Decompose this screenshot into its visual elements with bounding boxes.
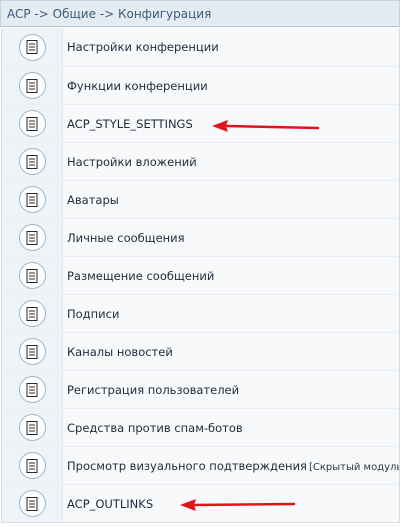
icon-cell — [2, 105, 63, 142]
menu-row[interactable]: Личные сообщения — [2, 218, 399, 256]
menu-row[interactable]: Аватары — [2, 180, 399, 218]
menu-row[interactable]: Функции конференции — [2, 66, 399, 104]
red-arrow-icon — [180, 499, 296, 511]
menu-link[interactable]: ACP_OUTLINKS — [67, 497, 153, 511]
document-icon — [18, 110, 46, 137]
icon-cell — [2, 28, 63, 66]
menu-link[interactable]: Размещение сообщений — [67, 269, 214, 283]
icon-cell — [2, 295, 63, 332]
breadcrumb: ACP -> Общие -> Конфигурация — [0, 0, 400, 27]
menu-link[interactable]: Подписи — [67, 307, 119, 321]
menu-link[interactable]: Аватары — [67, 193, 119, 207]
document-icon — [18, 186, 46, 213]
menu-row[interactable]: Просмотр визуального подтверждения [Скрыт… — [2, 446, 399, 484]
menu-row[interactable]: Размещение сообщений — [2, 256, 399, 294]
breadcrumb-text: ACP -> Общие -> Конфигурация — [7, 7, 212, 21]
document-icon — [18, 414, 46, 441]
menu-row[interactable]: Подписи — [2, 294, 399, 332]
icon-cell — [2, 181, 63, 218]
icon-cell — [2, 257, 63, 294]
menu-link[interactable]: Регистрация пользователей — [67, 383, 239, 397]
document-icon — [18, 490, 46, 517]
icon-cell — [2, 409, 63, 446]
menu-row[interactable]: ACP_STYLE_SETTINGS — [2, 104, 399, 142]
icon-cell — [2, 67, 63, 104]
menu-link[interactable]: ACP_STYLE_SETTINGS — [67, 117, 193, 131]
document-icon — [18, 33, 46, 61]
document-icon — [18, 338, 46, 365]
icon-cell — [2, 219, 63, 256]
icon-cell — [2, 143, 63, 180]
menu-link[interactable]: Настройки конференции — [67, 40, 219, 54]
icon-cell — [2, 371, 63, 408]
menu-row[interactable]: Настройки конференции — [2, 28, 399, 66]
menu-row[interactable]: Средства против спам-ботов — [2, 408, 399, 446]
menu-link[interactable]: Функции конференции — [67, 79, 208, 93]
menu-link[interactable]: Просмотр визуального подтверждения — [67, 459, 307, 473]
document-icon — [18, 72, 46, 99]
icon-cell — [2, 447, 63, 484]
menu-link[interactable]: Личные сообщения — [67, 231, 185, 245]
icon-cell — [2, 333, 63, 370]
document-icon — [18, 148, 46, 175]
red-arrow-icon — [212, 120, 320, 132]
document-icon — [18, 452, 46, 479]
document-icon — [18, 376, 46, 403]
menu-row[interactable]: Каналы новостей — [2, 332, 399, 370]
icon-cell — [2, 485, 63, 522]
menu-link[interactable]: Настройки вложений — [67, 155, 197, 169]
menu-row[interactable]: Регистрация пользователей — [2, 370, 399, 408]
config-menu: Настройки конференции Функции конференци… — [1, 28, 400, 523]
document-icon — [18, 300, 46, 327]
document-icon — [18, 262, 46, 289]
menu-row[interactable]: Настройки вложений — [2, 142, 399, 180]
hidden-module-hint: [Скрытый модуль] — [308, 461, 399, 473]
document-icon — [18, 224, 46, 251]
menu-link[interactable]: Средства против спам-ботов — [67, 421, 243, 435]
menu-link[interactable]: Каналы новостей — [67, 345, 173, 359]
